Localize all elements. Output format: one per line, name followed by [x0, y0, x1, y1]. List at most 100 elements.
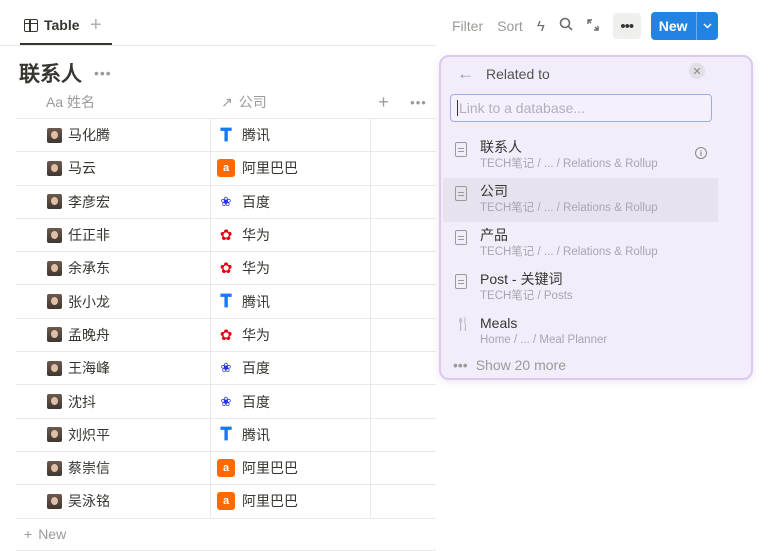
- table-row[interactable]: 马化腾 𝐓 腾讯: [16, 119, 436, 153]
- person-name: 余承东: [68, 260, 110, 277]
- database-option[interactable]: 联系人 TECH笔记 / ... / Relations & Rollup i: [443, 134, 718, 178]
- tab-table[interactable]: Table: [24, 17, 80, 33]
- name-cell[interactable]: 孟晚舟: [16, 318, 211, 352]
- baidu-logo-icon: ❀: [220, 193, 232, 209]
- company-cell[interactable]: a 阿里巴巴: [211, 485, 371, 518]
- name-cell[interactable]: 蔡崇信: [16, 451, 211, 485]
- empty-cell[interactable]: [371, 419, 436, 451]
- chevron-down-icon[interactable]: [695, 12, 718, 40]
- tab-label: Table: [44, 17, 80, 33]
- new-row-label: New: [38, 526, 67, 542]
- sort-button[interactable]: Sort: [497, 18, 523, 34]
- empty-cell[interactable]: [371, 119, 436, 151]
- lightning-icon[interactable]: ϟ: [537, 18, 545, 35]
- show-more-button[interactable]: ••• Show 20 more: [453, 357, 566, 373]
- fork-knife-icon: 🍴: [455, 316, 472, 331]
- table-row[interactable]: 余承东 ✿ 华为: [16, 252, 436, 286]
- expand-icon[interactable]: [587, 18, 599, 35]
- option-text: 产品 TECH笔记 / ... / Relations & Rollup: [480, 226, 658, 260]
- person-name: 张小龙: [68, 293, 110, 310]
- empty-cell[interactable]: [371, 219, 436, 251]
- search-icon[interactable]: [559, 17, 573, 35]
- column-header-company[interactable]: ↗ 公司: [211, 86, 366, 118]
- show-more-label: Show 20 more: [475, 357, 566, 373]
- company-cell[interactable]: ❀ 百度: [211, 352, 371, 385]
- name-cell[interactable]: 王海峰: [16, 352, 211, 385]
- database-search-input[interactable]: [458, 100, 711, 116]
- table-icon: [24, 18, 38, 32]
- empty-cell[interactable]: [371, 385, 436, 417]
- avatar: [47, 160, 62, 176]
- person-name: 孟晚舟: [68, 326, 110, 343]
- search-field[interactable]: [450, 94, 712, 122]
- empty-cell[interactable]: [371, 252, 436, 284]
- name-cell[interactable]: 沈抖: [16, 385, 211, 418]
- name-cell[interactable]: 任正非: [16, 218, 211, 252]
- company-cell[interactable]: a 阿里巴巴: [211, 152, 371, 185]
- company-cell[interactable]: ✿ 华为: [211, 252, 371, 285]
- column-more-icon[interactable]: •••: [401, 86, 436, 118]
- add-view-icon[interactable]: +: [90, 14, 102, 37]
- table-row[interactable]: 沈抖 ❀ 百度: [16, 385, 436, 419]
- alibaba-logo-icon: a: [217, 492, 235, 511]
- company-cell[interactable]: ❀ 百度: [211, 185, 371, 218]
- table-row[interactable]: 李彦宏 ❀ 百度: [16, 185, 436, 219]
- table-row[interactable]: 张小龙 𝐓 腾讯: [16, 285, 436, 319]
- filter-button[interactable]: Filter: [452, 18, 483, 34]
- name-cell[interactable]: 马化腾: [16, 119, 211, 152]
- table-row[interactable]: 任正非 ✿ 华为: [16, 218, 436, 253]
- empty-cell[interactable]: [371, 485, 436, 517]
- empty-cell[interactable]: [371, 152, 436, 184]
- option-title: Meals: [480, 315, 518, 331]
- name-cell[interactable]: 马云: [16, 152, 211, 185]
- close-icon[interactable]: ✕: [689, 63, 705, 79]
- person-name: 沈抖: [68, 393, 96, 410]
- company-cell[interactable]: ❀ 百度: [211, 385, 371, 418]
- empty-cell[interactable]: [371, 452, 436, 484]
- company-cell[interactable]: 𝐓 腾讯: [211, 119, 371, 152]
- name-cell[interactable]: 张小龙: [16, 285, 211, 318]
- database-option[interactable]: 产品 TECH笔记 / ... / Relations & Rollup: [443, 222, 718, 266]
- tencent-logo-icon: 𝐓: [220, 424, 232, 445]
- name-cell[interactable]: 刘炽平: [16, 418, 211, 451]
- new-row-button[interactable]: + New: [24, 526, 66, 542]
- table-row[interactable]: 吴泳铭 a 阿里巴巴: [16, 485, 436, 519]
- add-column-icon[interactable]: +: [366, 86, 401, 118]
- database-option[interactable]: 🍴 Meals Home / ... / Meal Planner: [443, 310, 718, 354]
- name-cell[interactable]: 李彦宏: [16, 185, 211, 218]
- new-button[interactable]: New: [650, 12, 718, 40]
- back-arrow-icon[interactable]: ←: [457, 64, 474, 84]
- page-icon: [455, 142, 467, 157]
- empty-cell[interactable]: [371, 319, 436, 351]
- database-option[interactable]: 公司 TECH笔记 / ... / Relations & Rollup: [443, 178, 718, 222]
- empty-cell[interactable]: [371, 352, 436, 384]
- table-header: Aa 姓名 ↗ 公司 + •••: [16, 86, 436, 119]
- company-cell[interactable]: a 阿里巴巴: [211, 451, 371, 485]
- avatar: [47, 460, 62, 476]
- empty-cell[interactable]: [371, 186, 436, 218]
- title-more-icon[interactable]: •••: [94, 65, 112, 81]
- company-name: 阿里巴巴: [242, 493, 298, 510]
- person-name: 李彦宏: [68, 193, 110, 210]
- table-row[interactable]: 蔡崇信 a 阿里巴巴: [16, 451, 436, 486]
- table-row[interactable]: 孟晚舟 ✿ 华为: [16, 318, 436, 353]
- more-options-icon[interactable]: •••: [612, 13, 641, 39]
- name-cell[interactable]: 余承东: [16, 252, 211, 285]
- empty-cell[interactable]: [371, 285, 436, 317]
- table-row[interactable]: 马云 a 阿里巴巴: [16, 152, 436, 186]
- avatar: [47, 327, 62, 343]
- option-text: Post - 关键词 TECH笔记 / Posts: [480, 270, 573, 304]
- company-name: 阿里巴巴: [242, 460, 298, 477]
- name-cell[interactable]: 吴泳铭: [16, 485, 211, 518]
- company-cell[interactable]: 𝐓 腾讯: [211, 418, 371, 451]
- database-option[interactable]: Post - 关键词 TECH笔记 / Posts: [443, 266, 718, 310]
- alibaba-logo-icon: a: [217, 159, 235, 178]
- table-row[interactable]: 王海峰 ❀ 百度: [16, 352, 436, 386]
- table-row[interactable]: 刘炽平 𝐓 腾讯: [16, 418, 436, 452]
- company-cell[interactable]: ✿ 华为: [211, 318, 371, 352]
- option-title: Post - 关键词: [480, 271, 563, 287]
- company-cell[interactable]: 𝐓 腾讯: [211, 285, 371, 318]
- column-header-name[interactable]: Aa 姓名: [16, 86, 211, 118]
- company-cell[interactable]: ✿ 华为: [211, 218, 371, 252]
- info-icon[interactable]: i: [695, 147, 707, 159]
